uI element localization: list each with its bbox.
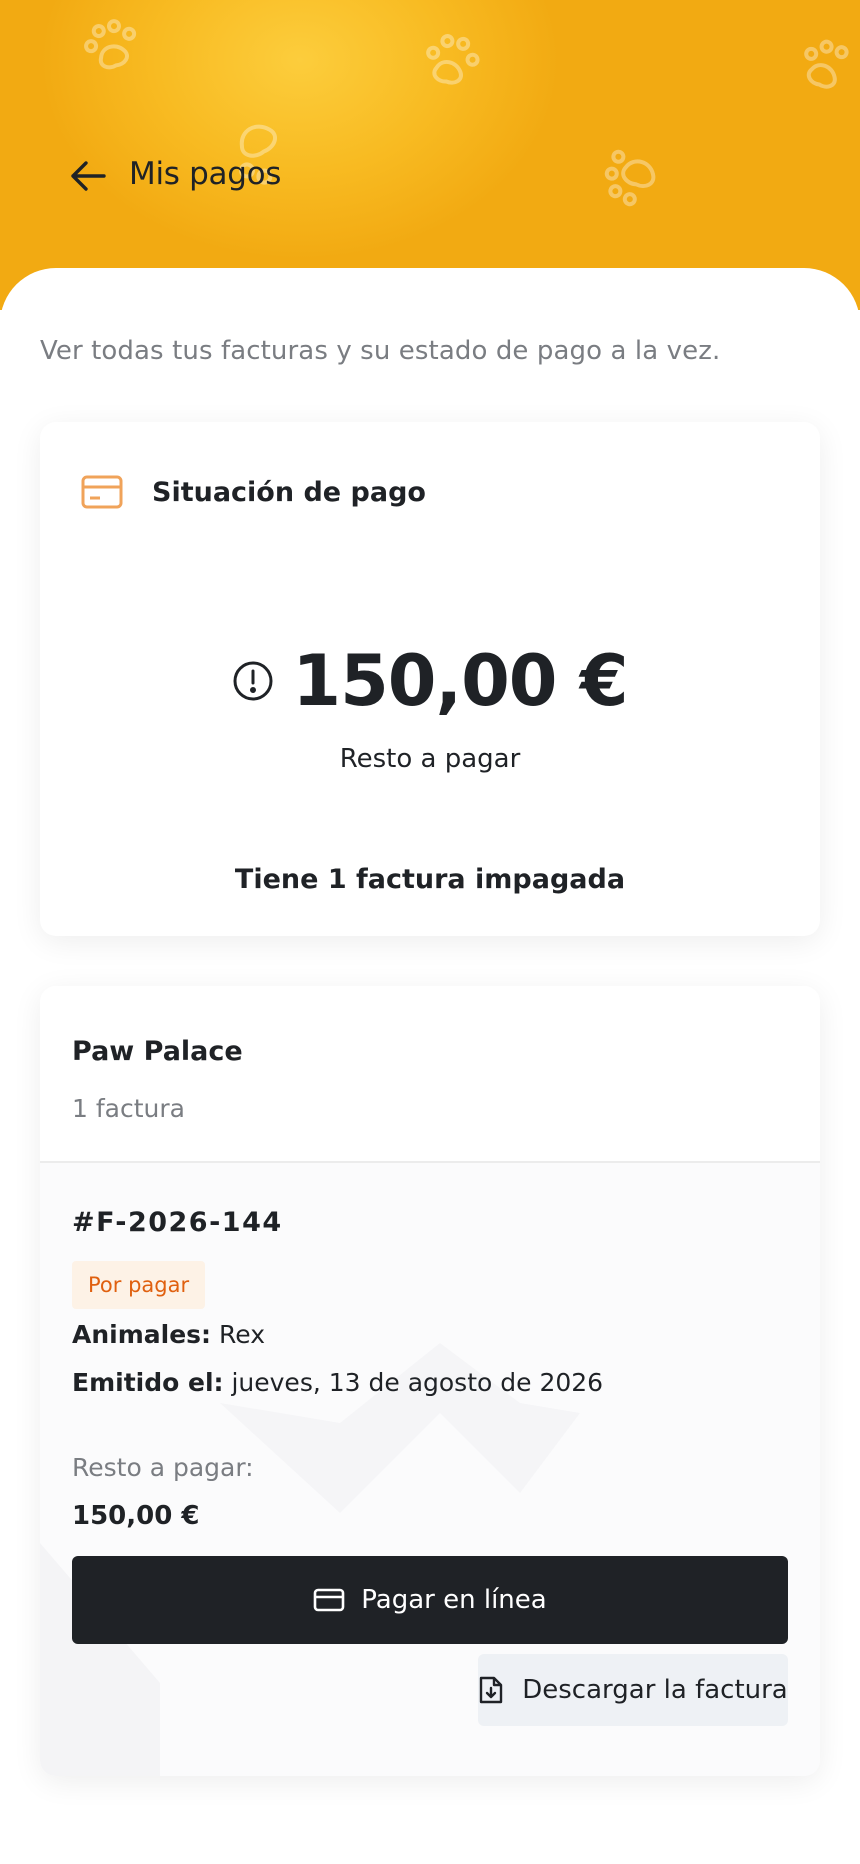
paw-icon — [73, 10, 149, 82]
animals-value: Rex — [219, 1320, 265, 1349]
back-button[interactable] — [64, 152, 112, 200]
invoice-number: #F-2026-144 — [72, 1207, 283, 1238]
clinic-header: Paw Palace 1 factura — [40, 986, 820, 1163]
animals-label: Animales: — [72, 1320, 212, 1349]
due-amount: 150,00 € — [72, 1501, 200, 1531]
download-invoice-button[interactable]: Descargar la factura — [478, 1654, 788, 1726]
paw-icon — [592, 132, 680, 220]
header-banner: Mis pagos — [0, 0, 860, 310]
invoice-count: 1 factura — [72, 1094, 185, 1123]
credit-card-icon — [80, 474, 124, 510]
issued-value: jueves, 13 de agosto de 2026 — [231, 1368, 604, 1397]
balance-label: Resto a pagar — [339, 744, 521, 774]
content-sheet: Ver todas tus facturas y su estado de pa… — [0, 268, 860, 1864]
issued-row: Emitido el: jueves, 13 de agosto de 2026 — [72, 1368, 603, 1397]
invoice-item: #F-2026-144 Por pagar Animales: Rex Emit… — [40, 1163, 820, 1776]
payment-status-header: Situación de pago — [80, 474, 426, 510]
payment-status-card: Situación de pago 150,00 € Resto a pagar… — [40, 422, 820, 936]
credit-card-icon — [313, 1588, 345, 1612]
balance-amount: 150,00 € — [292, 640, 628, 722]
download-invoice-label: Descargar la factura — [522, 1675, 788, 1705]
pay-online-button[interactable]: Pagar en línea — [72, 1556, 788, 1644]
clinic-name: Paw Palace — [72, 1036, 243, 1067]
paw-icon — [788, 29, 860, 103]
pay-online-label: Pagar en línea — [361, 1585, 547, 1615]
file-download-icon — [478, 1675, 504, 1705]
payment-status-title: Situación de pago — [152, 476, 426, 508]
clinic-invoices-card: Paw Palace 1 factura #F-2026-144 Por pag… — [40, 986, 820, 1776]
page-title: Mis pagos — [129, 156, 282, 192]
animals-row: Animales: Rex — [72, 1320, 265, 1349]
arrow-left-icon — [71, 161, 106, 191]
page-description: Ver todas tus facturas y su estado de pa… — [40, 336, 721, 366]
paw-icon — [415, 25, 487, 97]
due-label: Resto a pagar: — [72, 1453, 254, 1482]
status-badge: Por pagar — [72, 1261, 206, 1309]
issued-label: Emitido el: — [72, 1368, 224, 1397]
balance-row: 150,00 € — [40, 640, 820, 722]
unpaid-summary: Tiene 1 factura impagada — [234, 864, 626, 895]
alert-circle-icon — [232, 660, 274, 702]
